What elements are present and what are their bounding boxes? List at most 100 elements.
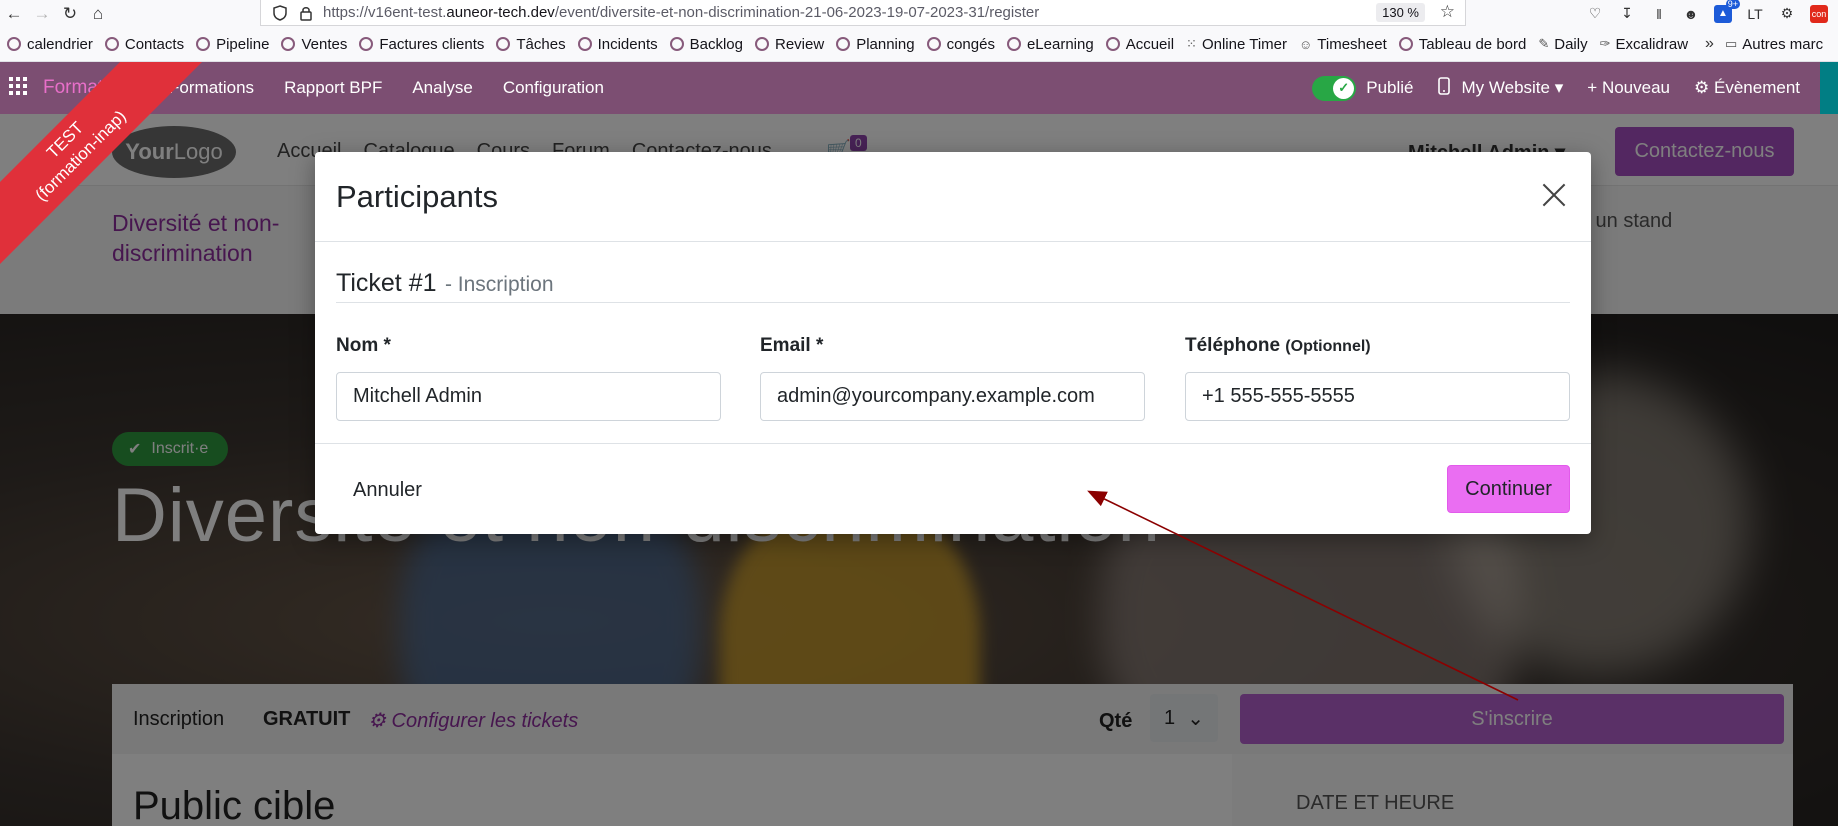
app-brand[interactable]: Formations xyxy=(43,77,154,99)
check-icon: ✓ xyxy=(1333,77,1355,99)
publish-toggle[interactable]: ✓ xyxy=(1312,75,1357,101)
participants-modal: Participants Ticket #1 - Inscription Nom… xyxy=(315,152,1591,534)
apps-grid-icon[interactable] xyxy=(9,77,27,95)
mobile-preview-icon[interactable] xyxy=(1437,76,1450,100)
phone-label: Téléphone xyxy=(1185,335,1281,356)
folder-icon: ▭ xyxy=(1724,36,1738,51)
bitwarden-icon[interactable]: ▲ 9+ xyxy=(1714,0,1740,23)
dots-icon: ⁙ xyxy=(1186,36,1197,51)
website-switcher[interactable]: My Website ▾ xyxy=(1462,78,1564,98)
menu-formations[interactable]: Formations xyxy=(154,78,269,98)
bookmark-item[interactable]: Ventes xyxy=(278,36,356,53)
bookmark-label: Factures clients xyxy=(379,35,485,53)
cancel-button[interactable]: Annuler xyxy=(337,471,438,509)
bookmarks-overflow-icon[interactable]: » xyxy=(1697,35,1722,53)
url-bar[interactable]: https://v16ent-test.auneor-tech.dev/even… xyxy=(260,0,1466,26)
url-text: https://v16ent-test.auneor-tech.dev/even… xyxy=(323,4,1039,21)
website-label: My Website xyxy=(1461,78,1551,97)
bookmark-label: calendrier xyxy=(27,35,93,53)
new-button[interactable]: + Nouveau xyxy=(1587,78,1670,98)
odoo-main-menu: Formations Formations Rapport BPF Analys… xyxy=(43,62,619,114)
odoo-ring-icon xyxy=(7,37,21,51)
menu-analyse[interactable]: Analyse xyxy=(397,78,487,98)
continue-button[interactable]: Continuer xyxy=(1447,465,1570,513)
gear-icon: ⚙ xyxy=(1694,78,1710,97)
bookmark-label: Tableau de bord xyxy=(1418,35,1527,53)
modal-header: Participants xyxy=(315,152,1591,242)
bookmark-item[interactable]: ✑ Excalidraw xyxy=(1597,36,1697,53)
odoo-ring-icon xyxy=(104,37,119,51)
bookmark-label: Incidents xyxy=(597,35,658,53)
bookmark-label: Pipeline xyxy=(216,35,270,53)
forward-icon[interactable]: → xyxy=(28,0,56,27)
phone-input[interactable] xyxy=(1185,372,1570,421)
shield-icon[interactable] xyxy=(271,4,289,22)
zoom-level[interactable]: 130 % xyxy=(1376,3,1425,22)
modal-title: Participants xyxy=(336,179,498,214)
close-icon[interactable] xyxy=(1539,180,1569,210)
odoo-ring-icon xyxy=(281,37,296,51)
reload-icon[interactable]: ↻ xyxy=(56,0,84,27)
bookmark-label: Ventes xyxy=(301,35,348,53)
bookmark-item[interactable]: Backlog xyxy=(667,36,752,53)
event-settings-button[interactable]: ⚙ Évènement xyxy=(1694,78,1800,98)
bookmark-item[interactable]: Pipeline xyxy=(193,36,278,53)
bookmark-item[interactable]: Tâches xyxy=(493,36,574,53)
odoo-ring-icon xyxy=(1398,37,1413,51)
extension-avatar-icon[interactable]: ☻ xyxy=(1682,5,1700,23)
menu-rapport-bpf[interactable]: Rapport BPF xyxy=(269,78,397,98)
new-label: Nouveau xyxy=(1601,78,1671,97)
bookmark-label: Excalidraw xyxy=(1615,35,1689,53)
url-path: /event/diversite-et-non-discrimination-2… xyxy=(554,4,1040,21)
menu-configuration[interactable]: Configuration xyxy=(488,78,619,98)
bookmark-item[interactable]: calendrier xyxy=(4,36,102,53)
bookmark-item[interactable]: ☺ Timesheet xyxy=(1296,36,1396,53)
bookmark-item[interactable]: ✎ Daily xyxy=(1535,36,1596,53)
url-prefix: https://v16ent-test. xyxy=(323,4,447,21)
odoo-ring-icon xyxy=(577,37,592,51)
bookmark-item[interactable]: Planning xyxy=(833,36,923,53)
odoo-ring-icon xyxy=(836,37,851,51)
bookmark-star-icon[interactable]: ☆ xyxy=(1440,2,1455,22)
odoo-ring-icon xyxy=(926,37,941,51)
bookmarks-bar: calendrier Contacts Pipeline Ventes Factures… xyxy=(0,27,1838,62)
name-label: Nom * xyxy=(336,335,391,356)
library-icon[interactable]: ‖ xyxy=(1650,5,1668,23)
odoo-ring-icon xyxy=(669,37,684,51)
extension-red-icon[interactable]: con xyxy=(1810,4,1828,23)
email-input[interactable] xyxy=(760,372,1145,421)
avatar-icon: ☺ xyxy=(1298,36,1313,52)
home-icon[interactable]: ⌂ xyxy=(84,0,112,27)
bookmark-item[interactable]: Incidents xyxy=(575,36,667,53)
odoo-ring-icon xyxy=(496,37,511,51)
phone-label-group: Téléphone (Optionnel) xyxy=(1185,335,1570,361)
bookmark-item[interactable]: Tableau de bord xyxy=(1396,36,1536,53)
bookmark-item[interactable]: congés xyxy=(924,36,1004,53)
bookmark-label: Backlog xyxy=(689,35,743,53)
lock-icon[interactable] xyxy=(297,4,315,22)
back-icon[interactable]: ← xyxy=(0,0,28,27)
bookmark-item[interactable]: Factures clients xyxy=(356,36,493,53)
download-icon[interactable]: ↧ xyxy=(1618,5,1636,23)
other-bookmarks-folder[interactable]: ▭ Autres marc xyxy=(1722,36,1832,53)
bookmark-item[interactable]: Review xyxy=(752,36,833,53)
pocket-icon[interactable]: ♡ xyxy=(1586,5,1604,23)
languagetool-icon[interactable]: LT xyxy=(1746,5,1764,23)
bookmark-label: Planning xyxy=(856,35,915,53)
bookmark-label: eLearning xyxy=(1026,35,1094,53)
name-field-group: Nom * xyxy=(336,335,721,421)
bookmark-label: Online Timer xyxy=(1201,35,1287,53)
notification-badge: 9+ xyxy=(1725,0,1740,9)
bookmark-item[interactable]: ⁙ Online Timer xyxy=(1183,36,1296,53)
name-input[interactable] xyxy=(336,372,721,421)
odoo-ring-icon xyxy=(755,37,769,51)
bookmark-item[interactable]: Contacts xyxy=(102,36,193,53)
phone-field-group: Téléphone (Optionnel) xyxy=(1185,335,1570,421)
bookmark-item[interactable]: Accueil xyxy=(1103,36,1183,53)
edit-button[interactable] xyxy=(1820,62,1838,114)
modal-footer: Annuler Continuer xyxy=(315,443,1591,534)
extension-gear-icon[interactable]: ⚙ xyxy=(1778,5,1796,23)
published-label[interactable]: Publié xyxy=(1366,78,1413,98)
bookmark-label: congés xyxy=(946,35,995,53)
bookmark-item[interactable]: eLearning xyxy=(1004,36,1103,53)
